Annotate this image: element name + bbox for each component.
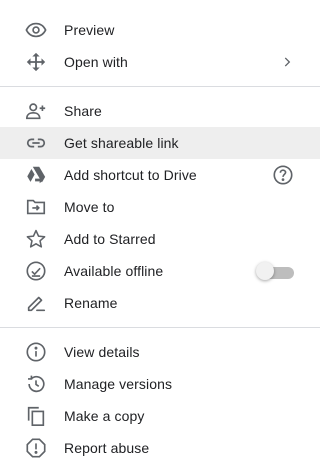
menu-item-label: Make a copy xyxy=(64,408,145,424)
menu-divider xyxy=(0,86,320,87)
menu-item-label: Available offline xyxy=(64,263,164,279)
person-add-icon xyxy=(24,99,48,123)
menu-item-available-offline[interactable]: Available offline xyxy=(0,255,320,287)
report-icon xyxy=(24,436,48,460)
menu-item-label: Add shortcut to Drive xyxy=(64,167,197,183)
menu-divider xyxy=(0,327,320,328)
menu-item-add-to-starred[interactable]: Add to Starred xyxy=(0,223,320,255)
menu-item-label: Preview xyxy=(64,22,115,38)
menu-item-label: View details xyxy=(64,344,140,360)
menu-item-label: Add to Starred xyxy=(64,231,156,247)
menu-group-organize: Share Get shareable link Add shortcut to… xyxy=(0,95,320,319)
star-icon xyxy=(24,227,48,251)
menu-item-label: Share xyxy=(64,103,102,119)
move-arrows-icon xyxy=(24,50,48,74)
context-menu: Preview Open with Share Get shareable li… xyxy=(0,0,320,465)
offline-toggle[interactable] xyxy=(256,261,294,281)
menu-item-report-abuse[interactable]: Report abuse xyxy=(0,432,320,464)
menu-item-manage-versions[interactable]: Manage versions xyxy=(0,368,320,400)
copy-icon xyxy=(24,404,48,428)
menu-item-preview[interactable]: Preview xyxy=(0,14,320,46)
menu-item-label: Open with xyxy=(64,54,128,70)
menu-item-rename[interactable]: Rename xyxy=(0,287,320,319)
chevron-right-icon xyxy=(280,55,294,69)
link-icon xyxy=(24,131,48,155)
history-icon xyxy=(24,372,48,396)
menu-item-label: Move to xyxy=(64,199,115,215)
menu-group-details: View details Manage versions Make a copy xyxy=(0,336,320,464)
menu-item-open-with[interactable]: Open with xyxy=(0,46,320,78)
eye-icon xyxy=(24,18,48,42)
toggle-thumb xyxy=(256,262,274,280)
menu-item-move-to[interactable]: Move to xyxy=(0,191,320,223)
menu-item-label: Manage versions xyxy=(64,376,173,392)
pencil-icon xyxy=(24,291,48,315)
menu-item-share[interactable]: Share xyxy=(0,95,320,127)
help-icon[interactable] xyxy=(272,164,294,186)
menu-item-make-a-copy[interactable]: Make a copy xyxy=(0,400,320,432)
menu-item-label: Get shareable link xyxy=(64,135,179,151)
menu-item-label: Report abuse xyxy=(64,440,150,456)
folder-move-icon xyxy=(24,195,48,219)
info-icon xyxy=(24,340,48,364)
offline-check-icon xyxy=(24,259,48,283)
menu-item-view-details[interactable]: View details xyxy=(0,336,320,368)
drive-shortcut-icon xyxy=(24,163,48,187)
menu-group-open: Preview Open with xyxy=(0,0,320,78)
menu-item-add-shortcut[interactable]: Add shortcut to Drive xyxy=(0,159,320,191)
menu-item-label: Rename xyxy=(64,295,118,311)
menu-item-get-shareable-link[interactable]: Get shareable link xyxy=(0,127,320,159)
